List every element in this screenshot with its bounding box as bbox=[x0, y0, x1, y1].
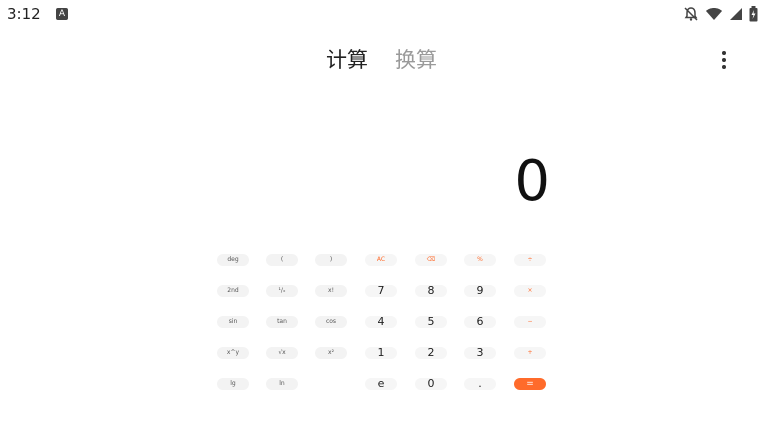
signal-icon bbox=[729, 7, 743, 21]
bell-off-icon bbox=[683, 6, 699, 22]
square-root-key[interactable]: √x bbox=[266, 347, 298, 359]
wifi-icon bbox=[705, 7, 723, 21]
digit-6-key[interactable]: 6 bbox=[464, 316, 496, 328]
digit-9-key[interactable]: 9 bbox=[464, 285, 496, 297]
digit-1-key[interactable]: 1 bbox=[365, 347, 397, 359]
cos-key[interactable]: cos bbox=[315, 316, 347, 328]
percent-key[interactable]: % bbox=[464, 254, 496, 266]
tan-key[interactable]: tan bbox=[266, 316, 298, 328]
digit-4-key[interactable]: 4 bbox=[365, 316, 397, 328]
more-vert-icon[interactable] bbox=[716, 50, 732, 72]
digit-0-key[interactable]: 0 bbox=[415, 378, 447, 390]
close-paren-key[interactable]: ) bbox=[315, 254, 347, 266]
reciprocal-key[interactable]: ¹/ₓ bbox=[266, 285, 298, 297]
battery-icon bbox=[749, 6, 758, 22]
equals-button[interactable]: = bbox=[514, 378, 546, 390]
digit-3-key[interactable]: 3 bbox=[464, 347, 496, 359]
e-constant-key[interactable]: e bbox=[365, 378, 397, 390]
result-display: 0 bbox=[514, 149, 550, 214]
square-key[interactable]: x² bbox=[315, 347, 347, 359]
digit-7-key[interactable]: 7 bbox=[365, 285, 397, 297]
log-key[interactable]: lg bbox=[217, 378, 249, 390]
plus-key[interactable]: + bbox=[514, 347, 546, 359]
digit-2-key[interactable]: 2 bbox=[415, 347, 447, 359]
ln-key[interactable]: ln bbox=[266, 378, 298, 390]
digit-5-key[interactable]: 5 bbox=[415, 316, 447, 328]
mode-tabs: 计算 换算 bbox=[0, 44, 764, 78]
divide-key[interactable]: ÷ bbox=[514, 254, 546, 266]
sin-key[interactable]: sin bbox=[217, 316, 249, 328]
backspace-icon[interactable]: ⌫ bbox=[415, 254, 447, 266]
second-function-key[interactable]: 2nd bbox=[217, 285, 249, 297]
deg-key[interactable]: deg bbox=[217, 254, 249, 266]
minus-key[interactable]: − bbox=[514, 316, 546, 328]
status-icons bbox=[683, 6, 758, 22]
multiply-key[interactable]: × bbox=[514, 285, 546, 297]
decimal-point-key[interactable]: . bbox=[464, 378, 496, 390]
app-notification-icon: A bbox=[56, 8, 68, 20]
empty-key-slot bbox=[315, 378, 347, 390]
tab-convert[interactable]: 换算 bbox=[395, 44, 437, 76]
digit-8-key[interactable]: 8 bbox=[415, 285, 447, 297]
status-bar: 3:12 A bbox=[0, 0, 764, 30]
open-paren-key[interactable]: ( bbox=[266, 254, 298, 266]
power-key[interactable]: x^y bbox=[217, 347, 249, 359]
clear-key[interactable]: AC bbox=[365, 254, 397, 266]
tab-calculate[interactable]: 计算 bbox=[326, 44, 368, 76]
factorial-key[interactable]: x! bbox=[315, 285, 347, 297]
status-time: 3:12 bbox=[7, 5, 41, 23]
